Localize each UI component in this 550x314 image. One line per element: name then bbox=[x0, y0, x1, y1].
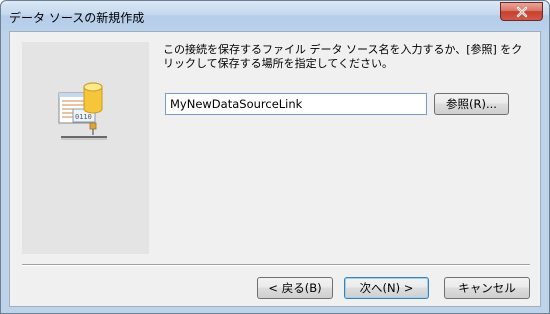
dialog-body: 0110 この接続を保存するファイル データ ソース名を入力するか、[参照] を… bbox=[9, 31, 541, 307]
svg-text:0110: 0110 bbox=[75, 113, 92, 121]
title-bar[interactable]: データ ソースの新規作成 bbox=[1, 1, 549, 31]
footer-divider bbox=[22, 264, 530, 266]
instruction-text: この接続を保存するファイル データ ソース名を入力するか、[参照] をクリックし… bbox=[163, 43, 523, 70]
side-panel: 0110 bbox=[22, 42, 149, 254]
back-button[interactable]: < 戻る(B) bbox=[257, 277, 333, 299]
window-title: データ ソースの新規作成 bbox=[9, 11, 145, 25]
dialog-window: データ ソースの新規作成 0110 この接続を保存するファイル データ ソース名… bbox=[0, 0, 550, 314]
close-icon bbox=[515, 6, 529, 18]
data-source-name-input[interactable] bbox=[165, 93, 427, 115]
database-icon: 0110 bbox=[57, 79, 109, 143]
cancel-button[interactable]: キャンセル bbox=[444, 277, 530, 299]
browse-button[interactable]: 参照(R)... bbox=[434, 93, 509, 115]
next-button[interactable]: 次へ(N) > bbox=[344, 277, 429, 299]
close-button[interactable] bbox=[500, 2, 543, 21]
